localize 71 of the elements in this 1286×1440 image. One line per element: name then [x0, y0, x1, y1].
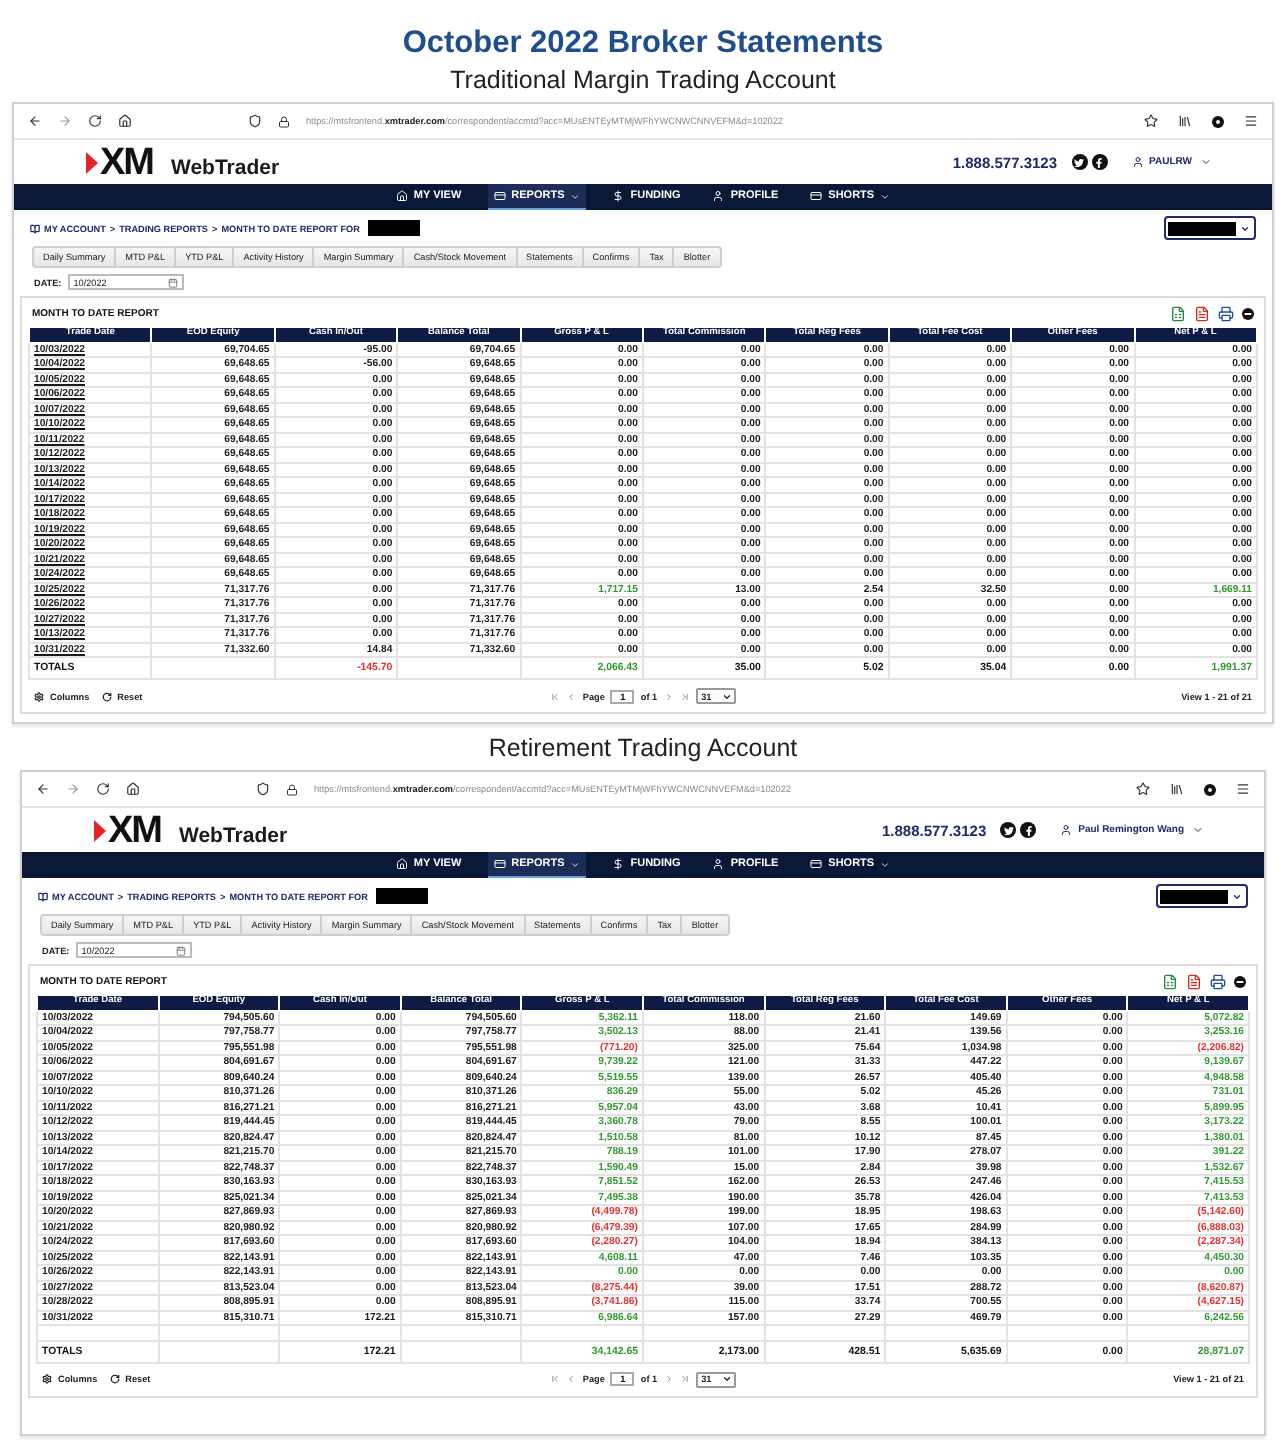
card-icon [493, 858, 506, 870]
card-icon [810, 190, 823, 202]
user-icon [1131, 156, 1144, 168]
reload-icon[interactable] [88, 114, 102, 128]
page-title: October 2022 Broker Statements [402, 26, 884, 62]
triangle-icon [86, 151, 98, 173]
account-caption: Retirement Trading Account [488, 734, 798, 764]
reload-icon [109, 1374, 120, 1384]
book-icon [38, 891, 48, 901]
caret-icon[interactable] [1192, 824, 1204, 836]
library-icon[interactable] [1170, 782, 1184, 796]
back-icon[interactable] [28, 114, 42, 128]
dollar-icon [612, 190, 625, 202]
star-icon[interactable] [1136, 782, 1150, 796]
twitter-icon[interactable] [1071, 154, 1088, 170]
product-name: WebTrader [171, 156, 280, 180]
account-select[interactable] [1164, 216, 1256, 240]
dollar-icon [612, 858, 625, 870]
star-icon[interactable] [1144, 114, 1158, 128]
home-icon [395, 190, 408, 202]
user-icon [712, 190, 725, 202]
forward-icon[interactable] [58, 114, 72, 128]
home-icon [395, 858, 408, 870]
user-icon [1060, 824, 1073, 836]
settings-icon [42, 1374, 52, 1384]
spreadsheet-icon[interactable] [1170, 306, 1186, 322]
account-caption: Traditional Margin Trading Account [450, 66, 836, 96]
triangle-icon [94, 819, 106, 841]
logo-text: XM [108, 811, 161, 849]
back-icon[interactable] [36, 782, 50, 796]
account-select[interactable] [1156, 884, 1248, 908]
redacted-block [375, 888, 428, 904]
redacted-block [367, 220, 420, 236]
product-name: WebTrader [179, 824, 288, 848]
circle-dot-icon[interactable] [1212, 115, 1224, 127]
reload-icon [101, 691, 112, 701]
library-icon[interactable] [1178, 114, 1192, 128]
calendar-icon [175, 945, 186, 955]
caret-icon [1240, 223, 1250, 233]
book-icon [30, 223, 40, 233]
pdf-icon[interactable] [1186, 974, 1202, 990]
pdf-icon[interactable] [1194, 306, 1210, 322]
minus-circle-icon[interactable] [1242, 308, 1254, 320]
minus-circle-icon[interactable] [1234, 976, 1246, 988]
calendar-icon [167, 277, 178, 287]
home-icon[interactable] [126, 782, 140, 796]
spreadsheet-icon[interactable] [1162, 974, 1178, 990]
home-icon[interactable] [118, 114, 132, 128]
caret-icon [1232, 891, 1242, 901]
menu-icon[interactable] [1236, 782, 1250, 796]
lock-icon [278, 115, 290, 127]
shield-icon[interactable] [248, 114, 262, 128]
caret-icon[interactable] [1200, 156, 1212, 168]
caret-icon [721, 1374, 732, 1384]
card-icon [493, 190, 506, 202]
lock-icon [286, 783, 298, 795]
print-icon[interactable] [1210, 974, 1226, 990]
menu-icon[interactable] [1244, 114, 1258, 128]
shield-icon[interactable] [256, 782, 270, 796]
caret-icon [721, 691, 732, 701]
user-icon [712, 858, 725, 870]
settings-icon [34, 691, 44, 701]
card-icon [810, 858, 823, 870]
facebook-icon[interactable] [1020, 822, 1037, 838]
circle-dot-icon[interactable] [1204, 783, 1216, 795]
logo-text: XM [100, 143, 153, 181]
twitter-icon[interactable] [1000, 822, 1017, 838]
print-icon[interactable] [1218, 306, 1234, 322]
facebook-icon[interactable] [1091, 154, 1108, 170]
forward-icon[interactable] [66, 782, 80, 796]
reload-icon[interactable] [96, 782, 110, 796]
